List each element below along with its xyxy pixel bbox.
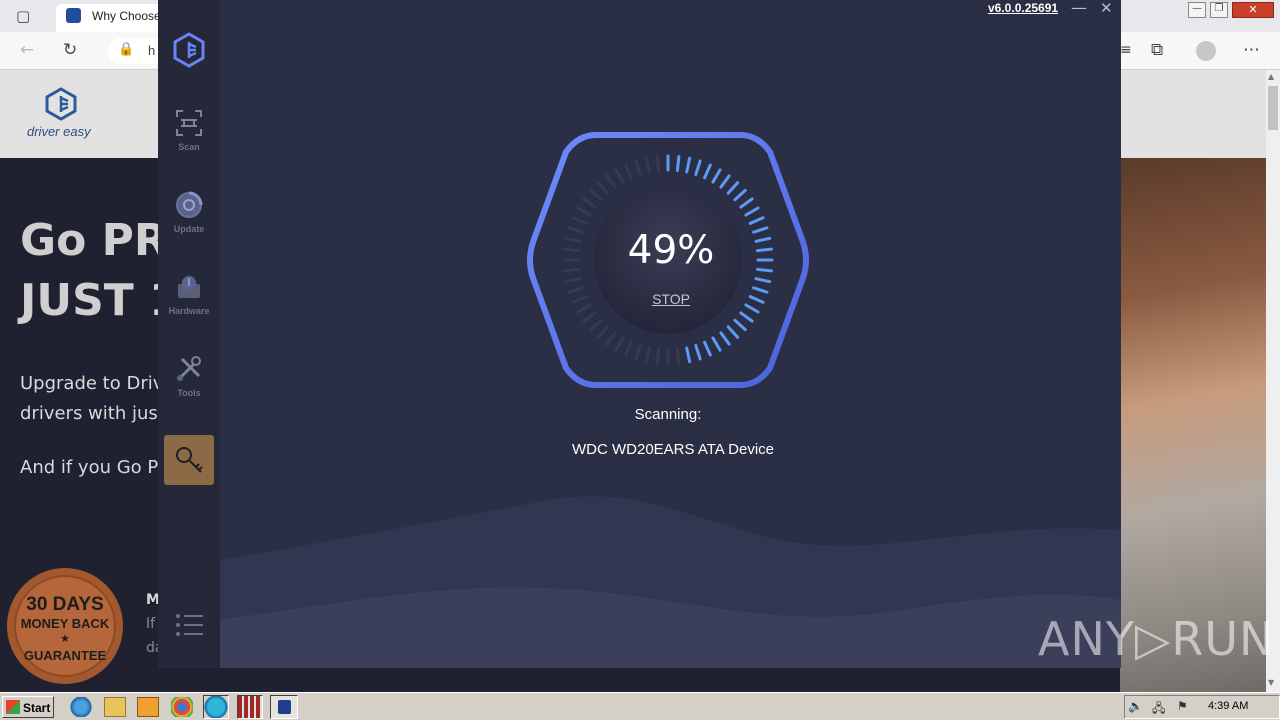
winrar-icon[interactable] xyxy=(237,695,263,719)
minimize-window-icon[interactable]: — xyxy=(1188,2,1206,18)
badge-money-text: MONEY BACK xyxy=(20,616,110,631)
back-arrow-icon[interactable]: ← xyxy=(20,40,34,60)
profile-avatar-icon[interactable] xyxy=(1196,41,1216,61)
driver-easy-window: Scan Update Hardware Tools v6.0.0.25691 … xyxy=(158,0,1121,668)
progress-percentage: 49% xyxy=(627,228,715,273)
version-link[interactable]: v6.0.0.25691 xyxy=(988,1,1058,15)
collections-icon[interactable]: ⧉ xyxy=(1151,40,1163,60)
nav-update[interactable]: Update xyxy=(158,186,220,256)
volume-icon[interactable]: 🔈 xyxy=(1128,699,1143,713)
hero-heading-line1: Go PR xyxy=(20,215,168,266)
start-label: Start xyxy=(23,701,51,715)
nav-tools-label: Tools xyxy=(177,388,201,398)
nav-scan[interactable]: Scan xyxy=(158,104,220,174)
nav-update-label: Update xyxy=(173,224,205,234)
nav-hardware-label: Hardware xyxy=(168,306,210,316)
explorer-folder-icon[interactable] xyxy=(104,697,126,717)
hero-heading-line2: JUST 1 xyxy=(20,275,180,326)
stop-scan-button[interactable]: STOP xyxy=(638,291,704,307)
network-icon[interactable]: 🖧 xyxy=(1152,699,1165,720)
taskbar-clock[interactable]: 4:39 AM xyxy=(1208,700,1248,712)
app-logo-icon xyxy=(173,32,205,68)
scroll-up-icon[interactable]: ▲ xyxy=(1268,72,1274,81)
driver-easy-logo-icon[interactable] xyxy=(44,87,78,121)
hero-side-text-2: If xyxy=(146,616,156,632)
hero-paragraph-line1: Upgrade to Driv xyxy=(20,373,164,394)
update-icon xyxy=(176,191,203,218)
progress-tick-empty xyxy=(563,247,580,253)
windows-logo-icon xyxy=(6,700,20,714)
progress-tick-empty xyxy=(655,155,661,172)
action-center-flag-icon[interactable]: ⚑ xyxy=(1177,699,1188,713)
nav-tools[interactable]: Tools xyxy=(158,350,220,420)
site-favicon-icon xyxy=(66,8,81,23)
badge-star-icon: ★ xyxy=(60,633,70,645)
tab-title: Why Choose xyxy=(92,9,161,23)
progress-tick-empty xyxy=(563,267,580,273)
progress-tick-empty xyxy=(655,348,661,365)
progress-tick-filled xyxy=(675,155,681,172)
scroll-down-icon[interactable]: ▼ xyxy=(1268,678,1274,687)
refresh-icon[interactable]: ↻ xyxy=(63,40,77,60)
app-close-icon[interactable]: ✕ xyxy=(1100,0,1113,17)
hero-paragraph-line2: drivers with just xyxy=(20,403,165,424)
scanning-device: WDC WD20EARS ATA Device xyxy=(572,441,774,458)
badge-guarantee-text: GUARANTEE xyxy=(23,648,107,663)
nav-hardware[interactable]: Hardware xyxy=(158,268,220,338)
edge-icon[interactable] xyxy=(203,695,229,719)
progress-tick-empty xyxy=(675,348,681,365)
anyrun-watermark: ANY▷RUN xyxy=(1038,612,1275,666)
more-options-icon[interactable]: ⋯ xyxy=(1243,40,1260,60)
nav-scan-label: Scan xyxy=(178,142,200,152)
system-tray xyxy=(1124,695,1280,719)
menu-list-icon[interactable] xyxy=(175,612,205,638)
address-text: h xyxy=(148,43,156,58)
background-waves xyxy=(220,496,1121,668)
reading-view-icon[interactable]: ≡ xyxy=(1120,42,1132,58)
driver-easy-taskbar-icon xyxy=(278,700,291,714)
progress-tick-filled xyxy=(756,247,773,253)
scrollbar-thumb[interactable] xyxy=(1268,86,1278,130)
hero-paragraph-2: And if you Go P xyxy=(20,457,159,478)
tools-icon xyxy=(177,356,201,381)
page-scrollbar[interactable] xyxy=(1266,70,1280,692)
restore-window-icon[interactable]: ❐ xyxy=(1210,2,1228,18)
license-key-button[interactable] xyxy=(164,435,214,485)
lock-icon: 🔒 xyxy=(118,42,135,57)
chrome-icon[interactable] xyxy=(171,697,193,717)
progress-tick-filled xyxy=(756,267,773,273)
scan-icon xyxy=(176,110,202,136)
ie-icon[interactable] xyxy=(70,697,92,717)
app-minimize-icon[interactable]: — xyxy=(1071,0,1087,17)
badge-days-text: 30 DAYS xyxy=(26,594,104,615)
tab-actions-icon[interactable]: ▢ xyxy=(16,7,30,25)
start-button[interactable]: Start xyxy=(2,696,54,718)
scanning-label: Scanning: xyxy=(634,406,702,423)
close-window-icon[interactable]: ✕ xyxy=(1232,2,1274,18)
key-icon xyxy=(176,447,203,473)
driver-easy-taskbar-button[interactable] xyxy=(270,695,298,719)
media-player-icon[interactable] xyxy=(137,697,159,717)
site-logo-text: driver easy xyxy=(27,124,91,139)
hardware-icon xyxy=(178,276,200,298)
